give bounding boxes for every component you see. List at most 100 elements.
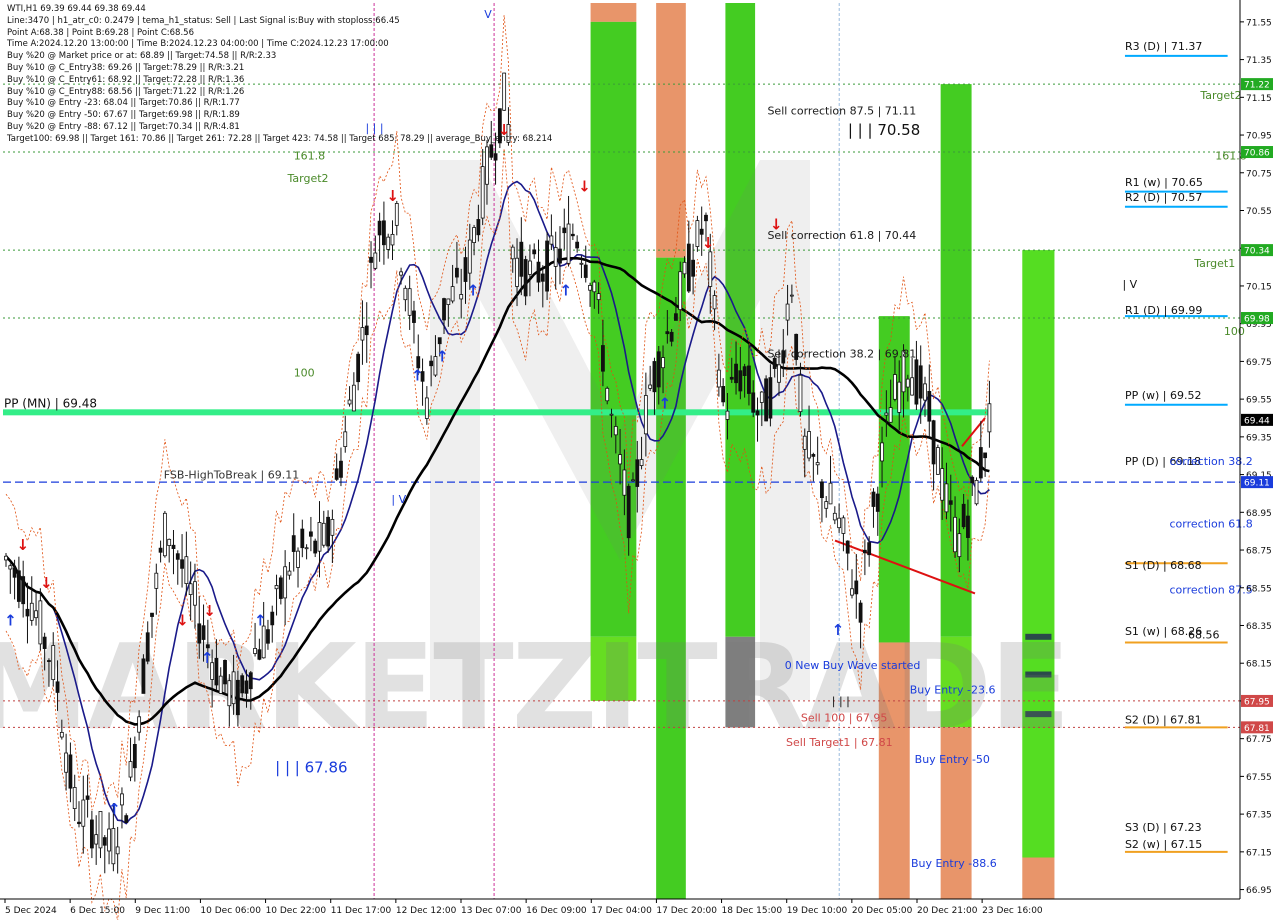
candle-body [704, 214, 708, 222]
x-tick-label: 19 Dec 10:00 [787, 906, 848, 916]
chart-annotation: 100 [294, 366, 315, 379]
candle-body [437, 337, 442, 345]
candle-body [81, 799, 86, 827]
candle-body [394, 203, 399, 226]
chart-annotation: FSB-HighToBreak | 69.11 [164, 468, 299, 481]
candle-body [68, 754, 73, 789]
price-tag-label: 67.95 [1244, 697, 1270, 707]
signal-zone [656, 3, 686, 258]
candle-body [64, 752, 69, 773]
chart-annotation: Target1 [1193, 257, 1235, 270]
candle-body [94, 834, 99, 845]
chart-annotation: 68.56 [1188, 629, 1220, 642]
chart-annotation: | | | [832, 695, 850, 708]
candle-body [708, 251, 713, 287]
candle-body [291, 535, 296, 552]
moving-averages-layer [5, 15, 990, 921]
candle-body [253, 648, 257, 654]
candle-body [412, 310, 416, 323]
candle-body [107, 828, 111, 852]
chart-annotation: 100 [1224, 325, 1245, 338]
candle-body [390, 233, 395, 246]
candle-body [854, 580, 859, 595]
candle-body [98, 811, 103, 849]
buy-arrow-icon: ↑ [436, 347, 449, 365]
candle-body [682, 261, 687, 275]
candle-body [162, 512, 167, 557]
candle-body [175, 553, 180, 560]
candle-body [751, 392, 756, 413]
candle-body [89, 819, 94, 849]
buy-arrow-icon: ↑ [4, 611, 17, 629]
info-line: Buy %20 @ Entry -88: 67.12 || Target:70.… [7, 121, 240, 132]
candle-body [601, 345, 605, 372]
info-line: Buy %20 @ Market price or at: 68.89 || T… [7, 51, 277, 62]
candle-body [828, 482, 833, 505]
candle-body [270, 611, 275, 626]
candle-body [588, 285, 592, 291]
candle-body [764, 378, 769, 422]
candle-body [734, 363, 738, 384]
candle-body [450, 286, 455, 302]
candle-body [463, 257, 468, 282]
candle-body [747, 365, 751, 394]
info-lines: Line:3470 | h1_atr_c0: 0.2479 | tema_h1_… [7, 16, 552, 146]
candle-body [42, 636, 47, 649]
candle-body [815, 462, 820, 466]
x-tick-label: 6 Dec 15:00 [70, 906, 125, 916]
candle-body [592, 281, 597, 293]
candle-body [613, 426, 618, 436]
candle-body [300, 528, 305, 549]
candle-body [128, 761, 133, 778]
candle-body [485, 146, 489, 185]
candle-body [188, 583, 193, 595]
candle-body [609, 413, 614, 416]
sell-arrow-icon: ↓ [203, 602, 216, 620]
candle-body [669, 331, 674, 342]
info-line: Buy %10 @ C_Entry88: 68.56 || Target:71.… [7, 86, 245, 97]
candle-body [549, 235, 554, 245]
sell-arrow-icon: ↓ [17, 536, 30, 554]
chart-annotation: R1 (D) | 69.99 [1125, 304, 1202, 317]
sell-arrow-icon: ↓ [386, 187, 399, 205]
candle-body [274, 585, 279, 590]
candle-body [837, 517, 842, 529]
candle-body [351, 384, 356, 412]
candle-body [158, 547, 163, 553]
candle-body [304, 547, 309, 550]
candle-body [631, 479, 635, 482]
candle-body [777, 364, 781, 383]
sell-arrow-icon: ↓ [578, 178, 591, 196]
candle-body [759, 391, 764, 403]
candle-body [566, 223, 571, 264]
candle-body [72, 787, 77, 810]
x-tick-label: 23 Dec 16:00 [982, 906, 1043, 916]
chart-annotation: Sell correction 38.2 | 69.81 [767, 348, 916, 361]
candle-body [261, 625, 266, 659]
candle-body [807, 431, 811, 459]
candle-body [871, 491, 876, 507]
x-tick-label: 16 Dec 09:00 [526, 906, 587, 916]
x-tick-label: 5 Dec 2024 [5, 906, 57, 916]
candle-body [661, 357, 665, 369]
candle-body [618, 454, 622, 465]
candle-body [639, 459, 644, 466]
y-tick-label: 67.15 [1246, 848, 1272, 858]
y-tick-label: 68.75 [1246, 547, 1272, 557]
chart-annotation: Target2 [287, 172, 329, 185]
candle-body [313, 540, 318, 554]
x-tick-label: 12 Dec 12:00 [396, 906, 457, 916]
x-tick-label: 20 Dec 05:00 [852, 906, 913, 916]
candle-body [343, 431, 348, 448]
x-tick-label: 17 Dec 04:00 [591, 906, 652, 916]
candle-body [832, 512, 837, 521]
symbol-line: WTI,H1 69.39 69.44 69.38 69.44 [7, 4, 146, 14]
candle-body [862, 549, 867, 554]
candle-body [940, 468, 945, 501]
y-tick-label: 71.35 [1246, 56, 1272, 66]
y-tick-label: 66.95 [1246, 886, 1272, 896]
signal-zone [1022, 250, 1055, 858]
candle-body [244, 680, 249, 694]
candle-body [356, 353, 361, 383]
candle-body [218, 675, 223, 694]
